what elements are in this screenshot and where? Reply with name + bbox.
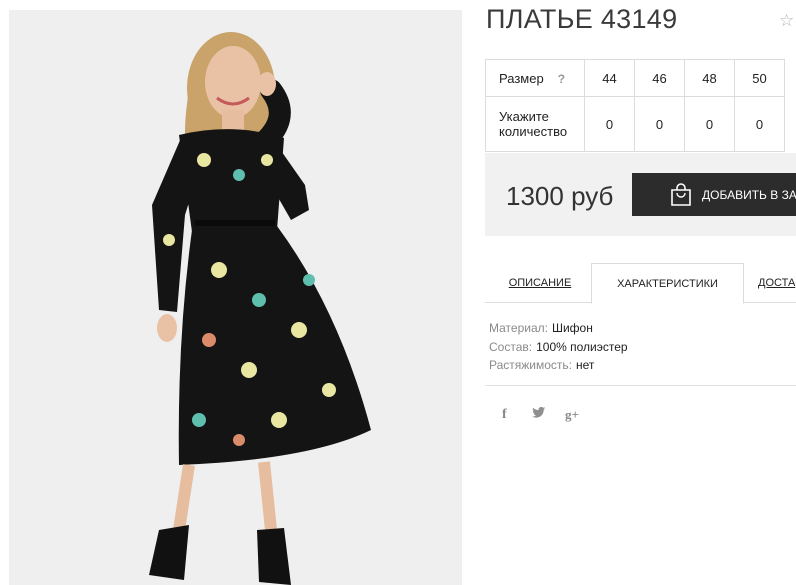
tab-description[interactable]: ОПИСАНИЕ [492, 263, 588, 302]
size-table: Размер? 44 46 48 50 Укажите количество 0… [485, 59, 785, 152]
price: 1300 руб [506, 181, 614, 211]
model-illustration [149, 32, 371, 585]
add-to-cart-label: ДОБАВИТЬ В ЗА [702, 187, 796, 202]
price-panel: 1300 руб ДОБАВИТЬ В ЗА [485, 153, 796, 236]
size-50[interactable]: 50 [734, 59, 785, 97]
product-title: ПЛАТЬЕ 43149 [486, 4, 678, 34]
shopping-bag-icon [670, 182, 692, 207]
divider [485, 385, 796, 386]
add-to-cart-button[interactable]: ДОБАВИТЬ В ЗА [632, 173, 796, 216]
characteristic-row: Материал: Шифон [489, 321, 593, 335]
google-plus-icon[interactable]: g+ [565, 407, 579, 423]
quantity-label: Укажите количество [485, 96, 585, 152]
twitter-icon[interactable] [532, 406, 546, 422]
size-44[interactable]: 44 [584, 59, 635, 97]
tab-characteristics[interactable]: ХАРАКТЕРИСТИКИ [591, 263, 744, 304]
quantity-44[interactable]: 0 [584, 96, 635, 152]
characteristics-list: Материал: Шифон Состав: 100% полиэстер Рас… [489, 319, 628, 375]
quantity-50[interactable]: 0 [734, 96, 785, 152]
size-label: Размер? [485, 59, 585, 97]
characteristic-row: Состав: 100% полиэстер [489, 339, 628, 354]
size-46[interactable]: 46 [634, 59, 685, 97]
help-icon[interactable]: ? [558, 72, 565, 86]
characteristic-row: Растяжимость: нет [489, 358, 595, 372]
facebook-icon[interactable]: f [502, 407, 507, 423]
star-icon[interactable]: ☆ [779, 11, 794, 31]
size-48[interactable]: 48 [684, 59, 735, 97]
quantity-48[interactable]: 0 [684, 96, 735, 152]
quantity-46[interactable]: 0 [634, 96, 685, 152]
product-photo[interactable] [9, 10, 462, 585]
tab-delivery[interactable]: ДОСТА [758, 263, 796, 302]
